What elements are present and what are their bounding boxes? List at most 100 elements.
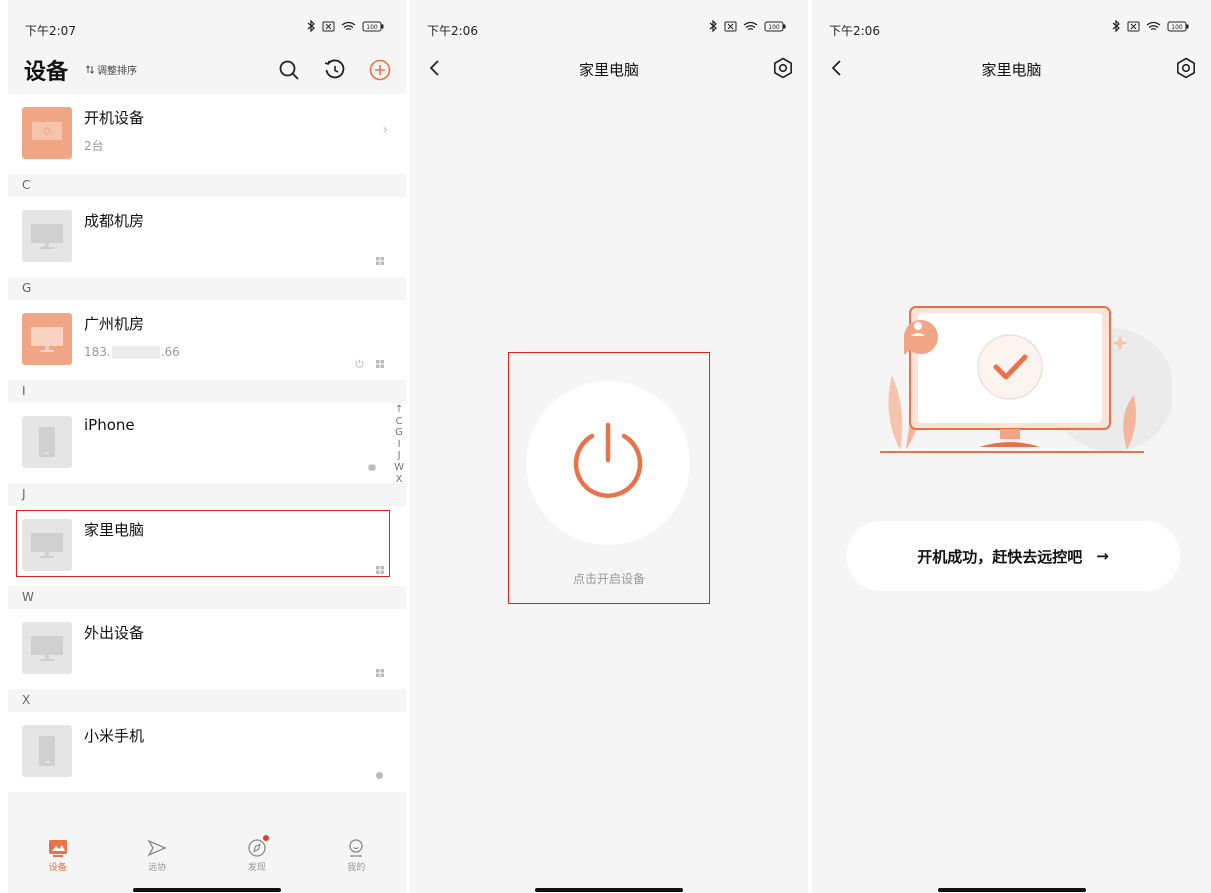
status-time: 下午2:07 [25, 24, 76, 38]
android-icon [376, 772, 383, 779]
tab-label: 设备 [48, 863, 67, 873]
section-header: I [8, 380, 406, 403]
index-letter-c[interactable]: C [396, 416, 403, 428]
cta-label: 开机成功，赶快去远控吧 [917, 547, 1083, 566]
list-item[interactable]: 开机设备 2台 › [8, 94, 406, 174]
index-letter-x[interactable]: X [396, 474, 403, 486]
list-item[interactable]: 广州机房 183. .66 [8, 300, 406, 380]
sort-icon [86, 65, 94, 74]
device-title: 家里电脑 [578, 61, 639, 79]
tab-profile[interactable]: 我的 [307, 832, 407, 893]
device-thumbnail [22, 622, 72, 674]
wifi-icon [341, 21, 356, 30]
windows-icon [376, 359, 384, 368]
row-icons [368, 463, 376, 471]
section-header: C [8, 174, 406, 197]
device-count: 2台 [84, 139, 104, 153]
bluetooth-icon [1112, 20, 1120, 32]
status-time: 下午2:06 [829, 24, 880, 38]
device-power-screen: 下午2:06 100 家里电脑 点击开启设备 [410, 0, 808, 893]
settings-icon[interactable] [772, 57, 794, 79]
chevron-right-icon: › [382, 122, 388, 138]
status-icons: 100 [708, 20, 786, 32]
remote-assist-icon [147, 839, 167, 857]
sort-button[interactable]: 调整排序 [86, 62, 137, 77]
battery-icon: 100 [1167, 21, 1189, 31]
home-indicator [937, 888, 1086, 892]
device-name: 小米手机 [84, 727, 145, 745]
svg-text:100: 100 [768, 24, 780, 31]
bluetooth-icon [307, 20, 315, 32]
device-title: 家里电脑 [981, 61, 1042, 79]
section-header: J [8, 483, 406, 506]
row-icons [376, 257, 384, 265]
tab-remote-assist[interactable]: 远协 [108, 832, 208, 893]
list-item[interactable]: 成都机房 [8, 197, 406, 277]
battery-icon: 100 [362, 21, 384, 31]
device-name: 成都机房 [84, 212, 145, 230]
tab-label: 发现 [247, 863, 266, 873]
svg-text:100: 100 [366, 24, 378, 31]
page-title: 设备 [24, 60, 69, 85]
power-success-screen: 下午2:06 100 家里电脑 开机成功，赶快去远控吧 → [812, 0, 1211, 893]
tab-label: 我的 [347, 863, 366, 873]
tab-discover[interactable]: 发现 [207, 832, 307, 893]
tab-label: 远协 [148, 863, 167, 873]
go-remote-control-button[interactable]: 开机成功，赶快去远控吧 → [846, 521, 1180, 591]
phone-icon [39, 736, 55, 766]
history-icon[interactable] [323, 58, 347, 82]
device-thumbnail [22, 416, 72, 468]
home-indicator [535, 888, 683, 892]
home-indicator [133, 888, 281, 892]
row-icons [376, 669, 384, 677]
row-icons [355, 359, 384, 368]
sort-label: 调整排序 [97, 66, 137, 77]
highlight-box [508, 352, 710, 604]
profile-icon [349, 839, 363, 857]
index-letter-i[interactable]: I [398, 439, 401, 451]
ip-redaction [111, 346, 160, 359]
section-header: X [8, 689, 406, 712]
status-bar: 下午2:06 100 [812, 0, 1211, 44]
device-name: iPhone [84, 416, 135, 434]
bottom-tab-bar: 设备 远协 发现 我的 [8, 832, 406, 893]
windows-icon [376, 669, 384, 677]
device-list: 开机设备 2台 › C 成都机房 G 广州机房 183. .66 I iPhon… [8, 94, 406, 792]
windows-icon [376, 257, 384, 265]
status-bar: 下午2:06 100 [410, 0, 808, 44]
list-item[interactable]: 小米手机 [8, 712, 406, 792]
device-name: 广州机房 [84, 315, 145, 333]
monitor-icon [32, 122, 62, 140]
svg-text:100: 100 [1171, 24, 1183, 31]
monitor-icon [31, 224, 63, 249]
wifi-icon [743, 21, 758, 30]
add-device-icon[interactable] [368, 58, 392, 82]
monitor-icon [31, 327, 63, 352]
status-time: 下午2:06 [427, 24, 478, 38]
device-thumbnail [22, 210, 72, 262]
list-item[interactable]: iPhone [8, 403, 406, 483]
apple-icon [368, 464, 376, 471]
tab-devices[interactable]: 设备 [8, 832, 108, 893]
index-letter-w[interactable]: W [394, 462, 404, 474]
index-letter-j[interactable]: J [398, 450, 401, 462]
index-top[interactable]: ↑ [395, 404, 403, 416]
list-item[interactable]: 外出设备 [8, 609, 406, 689]
status-icons: 100 [1111, 20, 1189, 32]
success-illustration [880, 306, 1172, 453]
device-ip: 183. .66 [84, 345, 180, 359]
power-device-thumbnail [22, 107, 72, 159]
index-letter-g[interactable]: G [395, 427, 403, 439]
status-icons: 100 [306, 20, 384, 32]
sim-icon [1127, 21, 1140, 31]
compass-icon [248, 839, 266, 857]
section-header: W [8, 586, 406, 609]
settings-icon[interactable] [1175, 57, 1197, 79]
power-status-icon [355, 359, 364, 368]
ip-prefix: 183. [84, 345, 111, 359]
battery-icon: 100 [764, 21, 786, 31]
device-thumbnail [22, 313, 72, 365]
alphabet-index[interactable]: ↑ C G I J W X [394, 404, 404, 485]
section-header: G [8, 277, 406, 300]
search-icon[interactable] [277, 58, 301, 82]
